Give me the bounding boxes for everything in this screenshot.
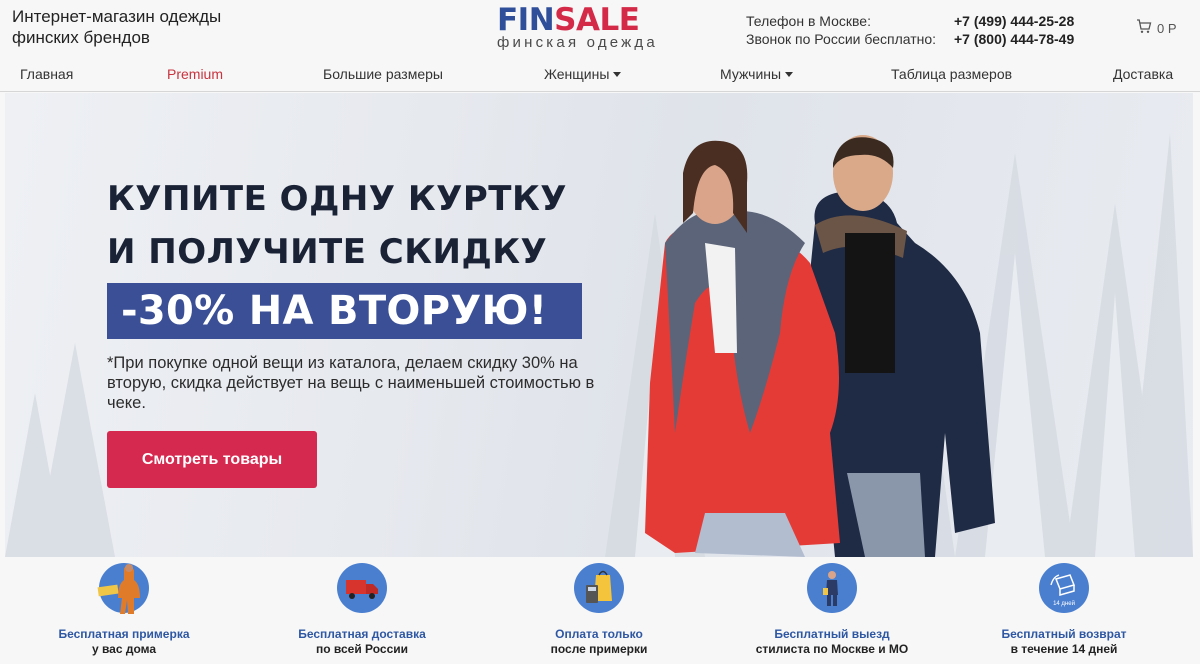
return-badge-text: 14 дней (1053, 600, 1075, 607)
truck-icon (337, 563, 387, 613)
nav-item-delivery[interactable]: Доставка (1113, 66, 1173, 82)
feature-free-delivery-subtitle: по всей России (315, 642, 409, 656)
hero-title-line2: И ПОЛУЧИТЕ СКИДКУ (107, 232, 548, 272)
nav-item-men[interactable]: Мужчины (720, 66, 794, 82)
stylist-icon (807, 563, 857, 613)
site-tagline: Интернет-магазин одежды финских брендов (12, 7, 222, 47)
feature-free-delivery-title: Бесплатная доставка (298, 627, 426, 641)
woman-figure (645, 140, 840, 557)
feature-free-fitting-subtitle: у вас дома (91, 642, 157, 656)
main-nav: Главная Premium Большие размеры Женщины … (0, 58, 1200, 92)
nav-item-premium[interactable]: Premium (167, 66, 223, 82)
feature-stylist-visit-title: Бесплатный выезд (774, 627, 890, 641)
feature-pay-after-fitting-title: Оплата только (555, 627, 643, 641)
man-figure (810, 135, 995, 557)
feature-pay-after-fitting[interactable]: Оплата только после примерки (499, 563, 699, 657)
logo-subtitle: финская одежда (497, 34, 658, 51)
feature-stylist-visit[interactable]: Бесплатный выезд стилиста по Москве и МО (732, 563, 932, 657)
contact-phones: Телефон в Москве: +7 (499) 444-25-28 Зво… (746, 12, 1074, 48)
feature-free-return-title: Бесплатный возврат (1001, 627, 1127, 641)
discount-banner: -30% НА ВТОРУЮ! (107, 283, 582, 339)
payment-icon (574, 563, 624, 613)
nav-item-plus-size[interactable]: Большие размеры (323, 66, 443, 82)
features-bar: Бесплатная примерка у вас дома Бесплатна… (0, 557, 1200, 664)
view-products-button[interactable]: Смотреть товары (107, 431, 317, 488)
phone-label-russia: Звонок по России бесплатно: (746, 31, 937, 47)
fitting-icon (97, 563, 149, 614)
feature-stylist-visit-subtitle: стилиста по Москве и МО (755, 642, 909, 656)
phone-number-russia[interactable]: +7 (800) 444-78-49 (954, 30, 1074, 48)
feature-free-return-subtitle: в течение 14 дней (1010, 642, 1118, 656)
cart-icon (1136, 19, 1157, 37)
hero-title-line1: КУПИТЕ ОДНУ КУРТКУ (107, 179, 567, 219)
site-logo[interactable]: FINSALE финская одежда (497, 4, 687, 52)
hero-title: КУПИТЕ ОДНУ КУРТКУ И ПОЛУЧИТЕ СКИДКУ (107, 173, 567, 279)
feature-free-fitting-title: Бесплатная примерка (58, 627, 190, 641)
cart-button[interactable]: 0 Р (1136, 19, 1177, 37)
feature-free-delivery[interactable]: Бесплатная доставка по всей России (262, 563, 462, 657)
logo-wordmark: FINSALE (497, 4, 687, 36)
site-header: Интернет-магазин одежды финских брендов … (0, 0, 1200, 58)
nav-item-home[interactable]: Главная (20, 66, 73, 82)
nav-item-men-label: Мужчины (720, 66, 782, 82)
nav-item-size-chart[interactable]: Таблица размеров (891, 66, 1012, 82)
promo-note: *При покупке одной вещи из каталога, дел… (107, 354, 595, 412)
feature-free-fitting[interactable]: Бесплатная примерка у вас дома (24, 563, 224, 657)
feature-free-return[interactable]: 14 дней Бесплатный возврат в течение 14 … (964, 563, 1164, 657)
nav-item-women[interactable]: Женщины (544, 66, 622, 82)
cart-total: 0 Р (1157, 20, 1177, 36)
phone-number-moscow[interactable]: +7 (499) 444-25-28 (954, 12, 1074, 30)
chevron-down-icon (613, 72, 622, 77)
models-photo (645, 135, 995, 557)
return-icon: 14 дней (1039, 563, 1089, 613)
hero-banner: КУПИТЕ ОДНУ КУРТКУ И ПОЛУЧИТЕ СКИДКУ -30… (5, 93, 1193, 557)
phone-label-moscow: Телефон в Москве: (746, 13, 871, 29)
feature-pay-after-fitting-subtitle: после примерки (550, 642, 648, 656)
logo-fin: FIN (497, 2, 555, 38)
nav-item-women-label: Женщины (544, 66, 610, 82)
logo-sale: SALE (554, 2, 640, 38)
chevron-down-icon (785, 72, 794, 77)
